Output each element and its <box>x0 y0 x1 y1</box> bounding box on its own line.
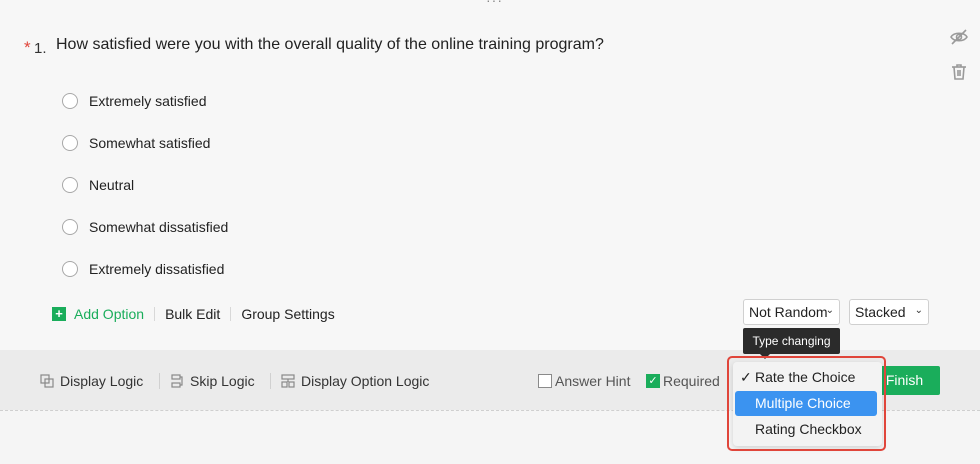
option-row[interactable]: Somewhat satisfied <box>62 132 210 154</box>
option-label[interactable]: Neutral <box>89 177 134 193</box>
answer-hint-label: Answer Hint <box>555 373 631 389</box>
option-row[interactable]: Neutral <box>62 174 134 196</box>
required-mark: * <box>24 38 31 57</box>
group-settings-button[interactable]: Group Settings <box>241 306 334 322</box>
delete-icon[interactable] <box>949 62 969 82</box>
radio-button[interactable] <box>62 177 78 193</box>
random-order-select[interactable]: Not Random ⌄ <box>743 299 840 325</box>
hide-icon[interactable] <box>949 27 969 47</box>
divider <box>270 373 271 389</box>
layout-value: Stacked <box>855 304 906 320</box>
layout-select[interactable]: Stacked ⌄ <box>849 299 929 325</box>
option-row[interactable]: Extremely satisfied <box>62 90 206 112</box>
divider <box>154 307 156 321</box>
required-toggle[interactable]: ✓ Required <box>646 372 720 390</box>
question-number: 1. <box>34 40 47 57</box>
chevron-down-icon: ⌄ <box>825 305 834 316</box>
option-label[interactable]: Somewhat dissatisfied <box>89 219 228 235</box>
tooltip: Type changing <box>743 328 840 354</box>
display-logic-icon <box>40 374 54 388</box>
display-option-logic-button[interactable]: Display Option Logic <box>281 371 429 391</box>
option-row[interactable]: Somewhat dissatisfied <box>62 216 228 238</box>
radio-button[interactable] <box>62 135 78 151</box>
display-option-logic-icon <box>281 374 295 388</box>
skip-logic-icon <box>170 374 184 388</box>
bulk-edit-button[interactable]: Bulk Edit <box>165 306 220 322</box>
finish-button-label: Finish <box>885 372 924 388</box>
plus-icon[interactable]: + <box>52 307 66 321</box>
answer-hint-checkbox[interactable] <box>538 374 552 388</box>
divider <box>159 373 160 389</box>
random-order-value: Not Random <box>749 304 828 320</box>
required-checkbox[interactable]: ✓ <box>646 374 660 388</box>
option-toolbar: + Add Option Bulk Edit Group Settings <box>52 304 335 324</box>
chevron-down-icon: ⌄ <box>914 305 923 316</box>
skip-logic-button[interactable]: Skip Logic <box>170 371 255 391</box>
radio-button[interactable] <box>62 261 78 277</box>
divider <box>230 307 232 321</box>
required-label: Required <box>663 373 720 389</box>
option-label[interactable]: Somewhat satisfied <box>89 135 210 151</box>
skip-logic-label: Skip Logic <box>190 373 255 389</box>
answer-hint-toggle[interactable]: Answer Hint <box>538 372 630 390</box>
add-option-button[interactable]: Add Option <box>74 306 144 322</box>
option-label[interactable]: Extremely satisfied <box>89 93 206 109</box>
display-logic-button[interactable]: Display Logic <box>40 371 143 391</box>
display-option-logic-label: Display Option Logic <box>301 373 430 389</box>
drag-handle-icon[interactable]: ··· <box>486 0 504 7</box>
radio-button[interactable] <box>62 219 78 235</box>
display-logic-label: Display Logic <box>60 373 144 389</box>
radio-button[interactable] <box>62 93 78 109</box>
option-label[interactable]: Extremely dissatisfied <box>89 261 224 277</box>
question-title[interactable]: How satisfied were you with the overall … <box>56 36 604 54</box>
highlight-outline <box>727 356 886 451</box>
option-row[interactable]: Extremely dissatisfied <box>62 258 224 280</box>
